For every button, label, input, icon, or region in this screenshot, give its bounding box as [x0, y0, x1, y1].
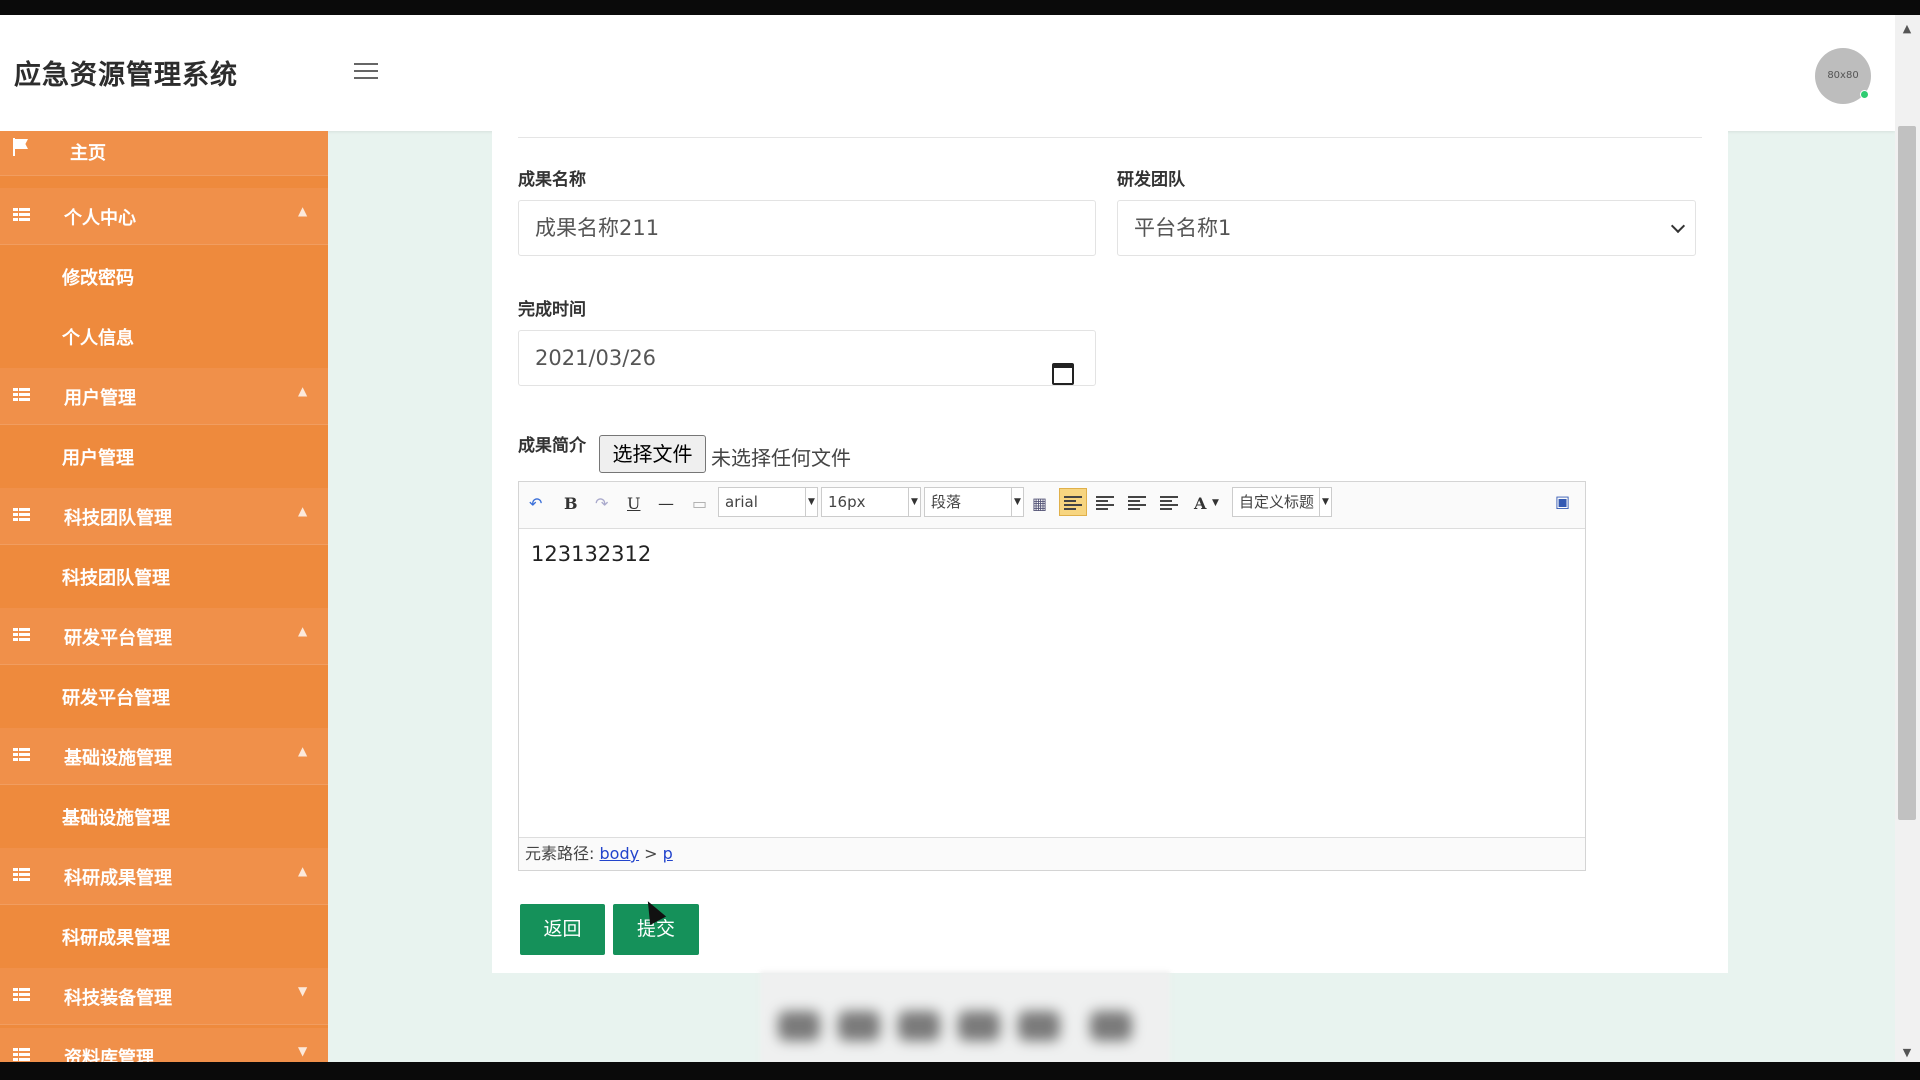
scroll-up-arrow-icon[interactable]: ▲: [1898, 20, 1916, 38]
underline-icon[interactable]: U: [627, 494, 640, 513]
rich-text-editor: ↶ B ↷ U — ▭ arial ▼ 16px ▼ 段落 ▼ ▦ A ▼ 自定…: [518, 481, 1586, 871]
choose-file-button[interactable]: 选择文件: [599, 435, 706, 473]
caret-up-icon: ▲: [298, 504, 308, 518]
font-size-select[interactable]: 16px ▼: [821, 487, 921, 517]
result-name-label: 成果名称: [518, 170, 586, 190]
blurred-overlay: [760, 971, 1170, 1062]
top-header: 应急资源管理系统 80x80: [0, 15, 1895, 131]
completion-date-input[interactable]: 2021/03/26: [518, 330, 1096, 386]
table-icon[interactable]: ▦: [1032, 494, 1047, 513]
sidebar-subitem-rd-platform[interactable]: 研发平台管理: [0, 668, 328, 725]
bold-icon[interactable]: B: [564, 494, 578, 513]
grid-icon: [13, 506, 30, 525]
undo-icon[interactable]: ↶: [529, 494, 542, 513]
custom-title-select[interactable]: 自定义标题 ▼: [1232, 487, 1332, 517]
path-body-link[interactable]: body: [600, 844, 640, 863]
sidebar-item-research-results[interactable]: 科研成果管理 ▲: [0, 848, 328, 905]
align-center-icon[interactable]: [1128, 496, 1146, 510]
align-left-icon[interactable]: [1064, 496, 1082, 510]
align-justify-icon[interactable]: [1160, 496, 1178, 510]
sidebar-subitem-user-management[interactable]: 用户管理: [0, 428, 328, 485]
dropdown-arrow-icon: ▼: [1011, 488, 1023, 516]
caret-up-icon: ▲: [298, 744, 308, 758]
grid-icon: [13, 386, 30, 405]
flag-icon: [13, 138, 29, 160]
sidebar-item-home[interactable]: 主页: [0, 131, 328, 176]
sidebar-item-tech-team[interactable]: 科技团队管理 ▲: [0, 488, 328, 545]
sidebar-subitem-tech-team[interactable]: 科技团队管理: [0, 548, 328, 605]
file-status-text: 未选择任何文件: [711, 446, 851, 470]
editor-content[interactable]: 123132312: [531, 542, 651, 566]
page-icon[interactable]: ▭: [692, 494, 707, 513]
sidebar-subitem-infrastructure[interactable]: 基础设施管理: [0, 788, 328, 845]
text-color-dropdown-icon[interactable]: ▼: [1212, 498, 1219, 508]
dropdown-arrow-icon: ▼: [1319, 488, 1331, 516]
grid-icon: [13, 866, 30, 885]
result-name-input[interactable]: 成果名称211: [518, 200, 1096, 256]
completion-date-label: 完成时间: [518, 300, 586, 320]
grid-icon: [13, 746, 30, 765]
app-title: 应急资源管理系统: [14, 60, 238, 91]
sidebar-item-library[interactable]: 资料库管理 ▼: [0, 1028, 328, 1062]
horizontal-rule-icon[interactable]: —: [658, 494, 674, 513]
sidebar-item-change-password[interactable]: 修改密码: [0, 248, 328, 305]
sidebar-item-rd-platform[interactable]: 研发平台管理 ▲: [0, 608, 328, 665]
paragraph-select[interactable]: 段落 ▼: [924, 487, 1024, 517]
sidebar-item-tech-equipment[interactable]: 科技装备管理 ▼: [0, 968, 328, 1025]
dropdown-arrow-icon: ▼: [908, 488, 920, 516]
caret-up-icon: ▲: [298, 864, 308, 878]
sidebar-item-personal-center[interactable]: 个人中心 ▲: [0, 188, 328, 245]
dropdown-arrow-icon: ▼: [805, 488, 817, 516]
sidebar: 主页 个人中心 ▲ 修改密码 个人信息 用户管理 ▲ 用户管理 科技团队管理 ▲…: [0, 131, 328, 1062]
screen-border-top: [0, 0, 1920, 15]
element-path-bar: 元素路径: body > p: [519, 837, 1585, 870]
path-p-link[interactable]: p: [663, 844, 673, 863]
team-select-value: 平台名称1: [1134, 216, 1232, 240]
scroll-down-arrow-icon[interactable]: ▼: [1898, 1044, 1916, 1062]
screen-border-bottom: [0, 1062, 1920, 1080]
caret-up-icon: ▲: [298, 204, 308, 218]
sidebar-item-infrastructure[interactable]: 基础设施管理 ▲: [0, 728, 328, 785]
scrollbar-thumb[interactable]: [1898, 126, 1916, 820]
grid-icon: [13, 986, 30, 1005]
redo-icon[interactable]: ↷: [595, 494, 608, 513]
caret-up-icon: ▲: [298, 624, 308, 638]
calendar-icon[interactable]: [1052, 363, 1074, 385]
editor-toolbar: ↶ B ↷ U — ▭ arial ▼ 16px ▼ 段落 ▼ ▦ A ▼ 自定…: [519, 482, 1585, 529]
sidebar-subitem-research-results[interactable]: 科研成果管理: [0, 908, 328, 965]
sidebar-item-user-management[interactable]: 用户管理 ▲: [0, 368, 328, 425]
menu-toggle-icon[interactable]: [354, 63, 378, 81]
grid-icon: [13, 626, 30, 645]
team-select[interactable]: 平台名称1: [1117, 200, 1696, 256]
sidebar-item-personal-info[interactable]: 个人信息: [0, 308, 328, 365]
align-right-icon[interactable]: [1096, 496, 1114, 510]
team-label: 研发团队: [1117, 170, 1185, 190]
caret-up-icon: ▲: [298, 384, 308, 398]
fullscreen-icon[interactable]: ▣: [1555, 492, 1570, 511]
chevron-down-icon: [1670, 218, 1686, 234]
font-family-select[interactable]: arial ▼: [718, 487, 818, 517]
card-divider: [518, 137, 1702, 138]
caret-down-icon: ▼: [298, 1044, 308, 1058]
caret-down-icon: ▼: [298, 984, 308, 998]
result-intro-label: 成果简介: [518, 436, 586, 456]
online-status-dot: [1860, 90, 1869, 99]
app-viewport: 应急资源管理系统 80x80 主页 个人中心 ▲ 修改密码 个人信息 用户管理 …: [0, 15, 1895, 1062]
grid-icon: [13, 1046, 30, 1062]
back-button[interactable]: 返回: [520, 904, 605, 955]
text-color-icon[interactable]: A: [1194, 494, 1206, 513]
grid-icon: [13, 206, 30, 225]
